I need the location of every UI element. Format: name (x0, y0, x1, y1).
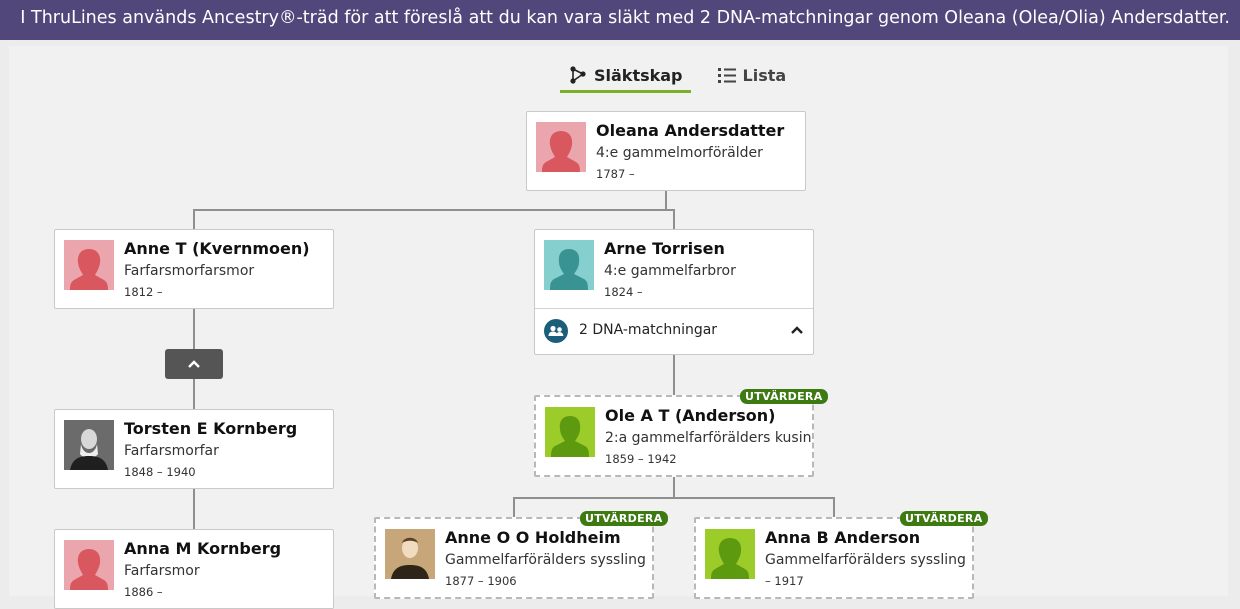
female-avatar-icon (64, 240, 114, 290)
connector (833, 497, 835, 517)
person-dates: 1886 – (124, 585, 163, 599)
male-avatar-icon (545, 407, 595, 457)
tab-lista[interactable]: Lista (709, 60, 795, 90)
connector (193, 489, 195, 529)
dna-matches-toggle[interactable]: 2 DNA-matchningar (535, 308, 813, 353)
person-relation: Farfarsmorfar (124, 443, 219, 459)
list-icon (717, 68, 736, 83)
person-relation: Farfarsmorfarsmor (124, 263, 255, 279)
connector (513, 497, 835, 499)
evaluate-badge[interactable]: UTVÄRDERA (580, 511, 668, 526)
person-relation: Gammelfarförälders syssling (445, 552, 646, 568)
person-dates: 1824 – (604, 285, 643, 299)
person-card-oleana[interactable]: Oleana Andersdatter 4:e gammelmorförälde… (526, 111, 806, 191)
person-name: Anna B Anderson (765, 528, 921, 547)
connector (193, 209, 195, 230)
female-avatar-icon (64, 540, 114, 590)
view-tabs: Släktskap Lista (560, 60, 795, 93)
connector (665, 190, 667, 210)
person-card-anna-b[interactable]: Anna B Anderson Gammelfarförälders syssl… (694, 517, 974, 599)
info-banner: I ThruLines används Ancestry®-träd för a… (0, 0, 1240, 40)
person-name: Anne T (Kvernmoen) (124, 239, 310, 258)
chevron-up-icon (188, 360, 200, 368)
person-dates: 1787 – (596, 167, 635, 181)
male-avatar-icon (544, 240, 594, 290)
connector (193, 379, 195, 409)
tab-slaktskap[interactable]: Släktskap (560, 60, 691, 93)
evaluate-badge[interactable]: UTVÄRDERA (900, 511, 988, 526)
person-relation: 2:a gammelfarförälders kusin (605, 430, 812, 446)
evaluate-badge[interactable]: UTVÄRDERA (740, 389, 828, 404)
person-card-arne[interactable]: Arne Torrisen 4:e gammelfarbror 1824 – 2… (534, 229, 814, 355)
female-avatar-icon (536, 122, 586, 172)
person-card-anna-m[interactable]: Anna M Kornberg Farfarsmor 1886 – (54, 529, 334, 609)
person-name: Anne O O Holdheim (445, 528, 621, 547)
dna-matches-icon (544, 319, 568, 343)
person-dates: 1877 – 1906 (445, 574, 517, 588)
person-card-anne-o[interactable]: Anne O O Holdheim Gammelfarförälders sys… (374, 517, 654, 599)
chevron-up-icon (791, 326, 803, 334)
person-dates: 1812 – (124, 285, 163, 299)
person-name: Anna M Kornberg (124, 539, 282, 558)
person-name: Torsten E Kornberg (124, 419, 298, 438)
person-dates: – 1917 (765, 574, 804, 588)
person-card-torsten[interactable]: Torsten E Kornberg Farfarsmorfar 1848 – … (54, 409, 334, 489)
person-dates: 1848 – 1940 (124, 465, 196, 479)
person-card-ole[interactable]: Ole A T (Anderson) 2:a gammelfarförälder… (534, 395, 814, 477)
collapse-button[interactable] (165, 349, 223, 379)
connector (193, 209, 675, 211)
person-relation: Farfarsmor (124, 563, 200, 579)
person-dates: 1859 – 1942 (605, 452, 677, 466)
female-avatar-icon (705, 529, 755, 579)
person-relation: 4:e gammelmorförälder (596, 145, 763, 161)
person-card-anne-t[interactable]: Anne T (Kvernmoen) Farfarsmorfarsmor 181… (54, 229, 334, 309)
tree-icon (570, 66, 586, 84)
person-name: Arne Torrisen (604, 239, 725, 258)
person-relation: Gammelfarförälders syssling (765, 552, 966, 568)
dna-matches-label: 2 DNA-matchningar (579, 322, 718, 338)
person-name: Oleana Andersdatter (596, 121, 785, 140)
person-photo (385, 529, 435, 579)
person-relation: 4:e gammelfarbror (604, 263, 736, 279)
connector (673, 476, 675, 498)
connector (673, 355, 675, 395)
tab-lista-label: Lista (742, 65, 787, 85)
banner-text: I ThruLines används Ancestry®-träd för a… (20, 8, 1230, 28)
person-name: Ole A T (Anderson) (605, 406, 776, 425)
connector (193, 308, 195, 350)
person-photo (64, 420, 114, 470)
connector (673, 209, 675, 230)
tab-slaktskap-label: Släktskap (594, 65, 683, 85)
connector (513, 497, 515, 517)
